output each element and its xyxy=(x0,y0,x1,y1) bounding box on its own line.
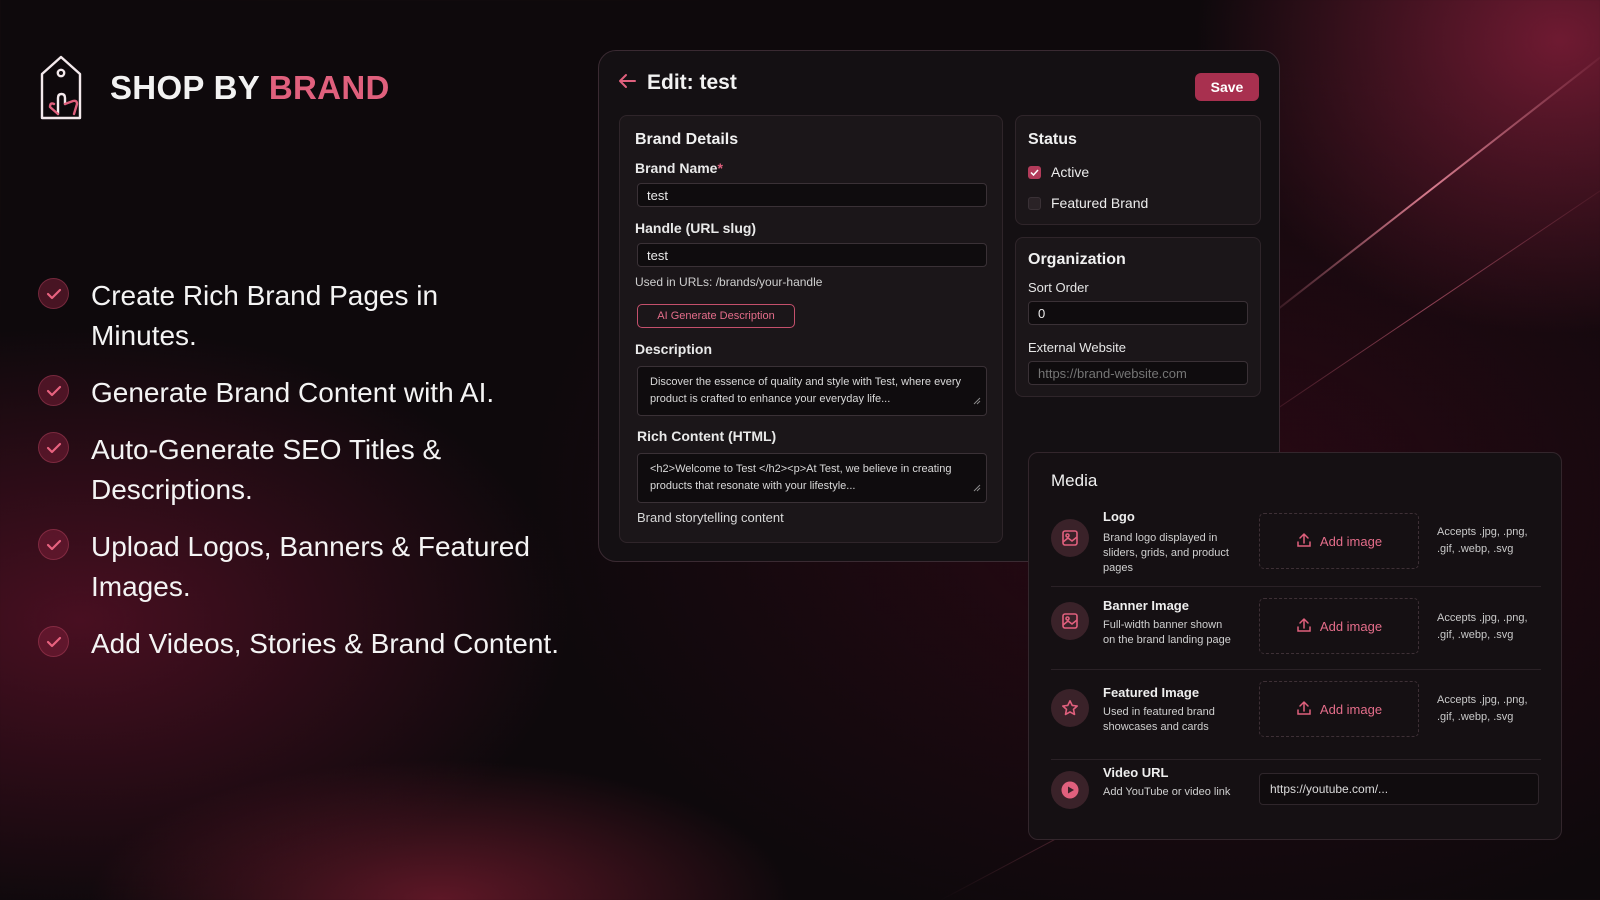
arrow-left-icon[interactable] xyxy=(617,73,637,94)
rich-content-label: Rich Content (HTML) xyxy=(637,428,777,444)
media-title: Media xyxy=(1051,471,1098,490)
feature-text: Create Rich Brand Pages in Minutes. xyxy=(91,280,439,351)
media-desc: Brand logo displayed in sliders, grids, … xyxy=(1103,532,1229,574)
divider xyxy=(1051,586,1541,587)
feature-list: Create Rich Brand Pages in Minutes. Gene… xyxy=(38,276,598,681)
brand-name-input[interactable] xyxy=(637,183,987,207)
image-icon xyxy=(1051,602,1089,640)
editor-header: Edit: test xyxy=(617,71,737,95)
media-desc: Used in featured brand showcases and car… xyxy=(1103,706,1215,733)
organization-panel: Organization Sort Order External Website xyxy=(1015,237,1261,397)
feature-item: Add Videos, Stories & Brand Content. xyxy=(38,624,598,664)
panel-title: Status xyxy=(1028,131,1077,148)
light-streak xyxy=(1249,47,1600,332)
light-streak xyxy=(1229,171,1600,441)
add-image-label: Add image xyxy=(1319,618,1383,634)
ai-generate-description-button[interactable]: AI Generate Description xyxy=(637,304,795,328)
check-icon xyxy=(38,626,69,657)
external-website-label: External Website xyxy=(1028,340,1127,355)
description-textarea[interactable]: Discover the essence of quality and styl… xyxy=(637,366,987,416)
feature-text: Auto-Generate SEO Titles & Descriptions. xyxy=(91,434,442,505)
media-name: Logo xyxy=(1103,509,1135,524)
app-title: SHOP BY BRAND xyxy=(110,69,390,107)
rich-content-hint: Brand storytelling content xyxy=(637,510,784,525)
feature-text: Add Videos, Stories & Brand Content. xyxy=(91,628,559,659)
add-image-dropzone[interactable]: Add image xyxy=(1259,598,1419,654)
video-url-input[interactable]: https://youtube.com/... xyxy=(1259,773,1539,805)
brand-header: SHOP BY BRAND xyxy=(38,54,390,122)
media-desc: Add YouTube or video link xyxy=(1103,786,1231,798)
feature-item: Upload Logos, Banners & Featured Images. xyxy=(38,527,598,607)
accepts-text: Accepts .jpg, .png, .gif, .webp, .svg xyxy=(1437,694,1528,723)
sort-order-input[interactable] xyxy=(1028,301,1248,325)
divider xyxy=(1051,759,1541,760)
brand-details-panel: Brand Details Brand Name* Handle (URL sl… xyxy=(619,115,1003,543)
featured-label: Featured Brand xyxy=(1051,195,1149,211)
panel-title: Brand Details xyxy=(635,131,739,148)
active-checkbox-row[interactable]: Active xyxy=(1028,164,1089,180)
handle-input[interactable] xyxy=(637,243,987,267)
check-icon xyxy=(38,278,69,309)
image-icon xyxy=(1051,519,1089,557)
media-name: Video URL xyxy=(1103,765,1169,780)
app-title-part2: BRAND xyxy=(268,69,390,106)
feature-item: Generate Brand Content with AI. xyxy=(38,373,598,413)
media-name: Featured Image xyxy=(1103,685,1200,700)
upload-icon xyxy=(1296,700,1312,719)
check-icon xyxy=(38,375,69,406)
external-website-input[interactable] xyxy=(1028,361,1248,385)
rich-content-text: <h2>Welcome to Test </h2><p>At Test, we … xyxy=(650,463,952,492)
required-mark: * xyxy=(717,160,723,176)
accepts-text: Accepts .jpg, .png, .gif, .webp, .svg xyxy=(1437,612,1528,641)
star-icon xyxy=(1051,689,1089,727)
sort-order-label: Sort Order xyxy=(1028,280,1089,295)
featured-checkbox[interactable] xyxy=(1028,196,1041,210)
resize-handle-icon[interactable] xyxy=(972,481,981,498)
check-icon xyxy=(38,432,69,463)
add-image-dropzone[interactable]: Add image xyxy=(1259,513,1419,569)
feature-text: Generate Brand Content with AI. xyxy=(91,377,495,408)
add-image-label: Add image xyxy=(1319,533,1383,549)
brand-name-label-text: Brand Name xyxy=(635,160,718,176)
upload-icon xyxy=(1296,532,1312,551)
brand-name-label: Brand Name* xyxy=(635,160,723,176)
add-image-dropzone[interactable]: Add image xyxy=(1259,681,1419,737)
featured-checkbox-row[interactable]: Featured Brand xyxy=(1028,195,1148,211)
upload-icon xyxy=(1296,617,1312,636)
feature-text: Upload Logos, Banners & Featured Images. xyxy=(91,531,530,602)
check-icon xyxy=(38,529,69,560)
description-text: Discover the essence of quality and styl… xyxy=(650,376,962,405)
resize-handle-icon[interactable] xyxy=(972,394,981,411)
rich-content-textarea[interactable]: <h2>Welcome to Test </h2><p>At Test, we … xyxy=(637,453,987,503)
description-label: Description xyxy=(635,341,713,357)
feature-item: Auto-Generate SEO Titles & Descriptions. xyxy=(38,430,598,510)
media-name: Banner Image xyxy=(1103,598,1189,613)
feature-item: Create Rich Brand Pages in Minutes. xyxy=(38,276,598,356)
save-button[interactable]: Save xyxy=(1195,73,1259,101)
media-desc: Full-width banner shown on the brand lan… xyxy=(1103,619,1231,646)
panel-title: Organization xyxy=(1028,251,1126,268)
add-image-label: Add image xyxy=(1319,701,1383,717)
active-label: Active xyxy=(1051,164,1090,180)
accepts-text: Accepts .jpg, .png, .gif, .webp, .svg xyxy=(1437,526,1528,555)
page-title: Edit: test xyxy=(647,71,737,94)
handle-hint: Used in URLs: /brands/your-handle xyxy=(635,275,823,289)
divider xyxy=(1051,669,1541,670)
play-icon xyxy=(1051,771,1089,809)
tag-hand-icon xyxy=(38,54,84,122)
status-panel: Status Active Featured Brand xyxy=(1015,115,1261,225)
media-card: Media Logo Brand logo displayed in slide… xyxy=(1028,452,1562,840)
handle-label: Handle (URL slug) xyxy=(635,220,757,236)
active-checkbox[interactable] xyxy=(1028,165,1041,179)
app-title-part1: SHOP BY xyxy=(110,69,260,106)
